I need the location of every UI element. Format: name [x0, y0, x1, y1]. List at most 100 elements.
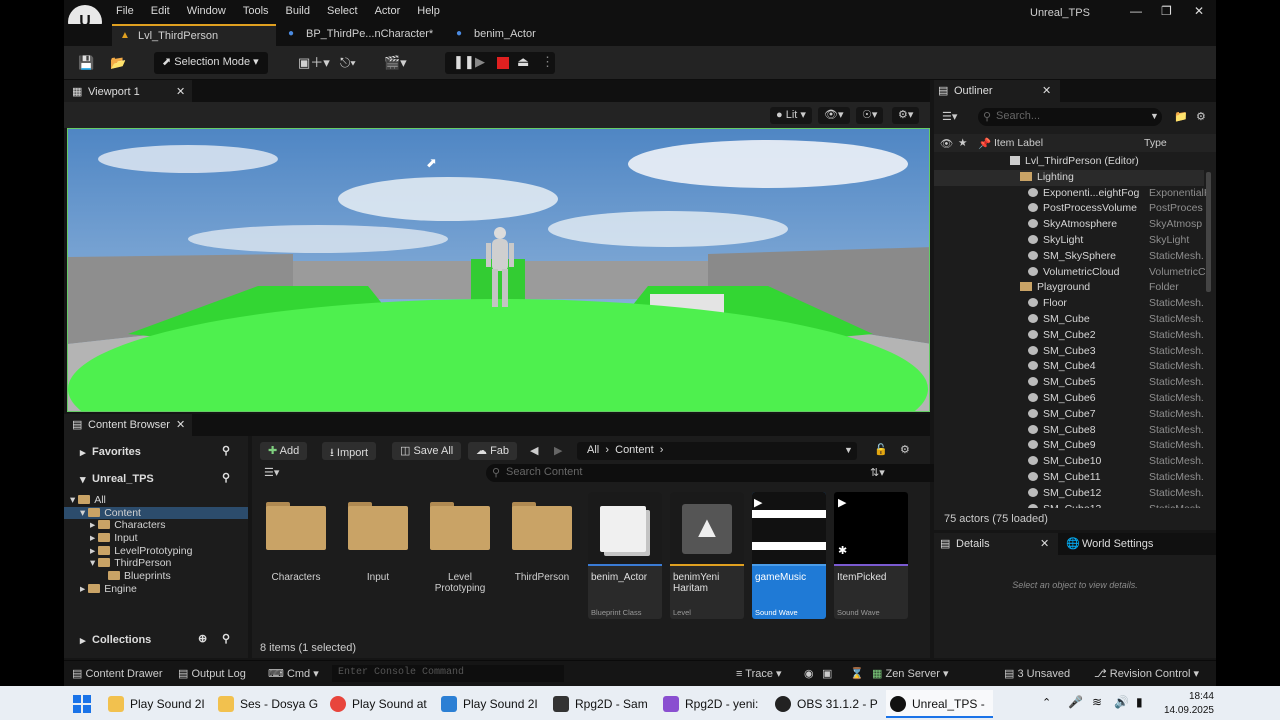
lit-mode-button[interactable]: ● Lit ▾ [770, 107, 812, 124]
favorites-section[interactable]: ▸ Favorites ⚲ [64, 438, 248, 464]
chevron-down-icon[interactable]: ▼ [1150, 111, 1159, 121]
console-command-input[interactable]: Enter Console Command [332, 665, 564, 682]
filter-icon[interactable]: ☰▾ [264, 466, 279, 479]
step-icon[interactable]: ▶ [475, 54, 485, 70]
outliner-row[interactable]: Exponenti...eightFog ExponentialH [934, 186, 1207, 202]
tree-item-characters[interactable]: ▸ Characters [64, 519, 248, 532]
outliner-row[interactable]: Floor StaticMesh. [934, 296, 1204, 312]
path-dropdown-icon[interactable]: ▼ [844, 445, 853, 455]
outliner-row[interactable]: SM_Cube10 StaticMesh. [934, 454, 1204, 470]
back-icon[interactable]: ◀ [530, 444, 538, 457]
minimize-icon[interactable]: — [1130, 4, 1142, 18]
outliner-row[interactable]: SM_Cube3 StaticMesh. [934, 344, 1204, 360]
tab-lvl-thirdperson[interactable]: ▲ Lvl_ThirdPerson [112, 24, 276, 46]
speaker-icon[interactable]: 🔊 [1114, 695, 1129, 709]
menu-edit[interactable]: Edit [151, 5, 170, 17]
outliner-row[interactable]: SM_Cube8 StaticMesh. [934, 423, 1204, 439]
close-tab-icon[interactable]: ✕ [1040, 537, 1049, 550]
outliner-row[interactable]: SM_Cube9 StaticMesh. [934, 438, 1204, 454]
add-collection-icon[interactable]: ⊕ [198, 632, 207, 645]
asset-benim-actor[interactable]: benim_Actor Blueprint Class [588, 492, 662, 619]
tree-item-input[interactable]: ▸ Input [64, 532, 248, 545]
taskbar-item-obs[interactable]: OBS 31.1.2 - P [775, 696, 878, 712]
more-options-icon[interactable]: ⋮ [541, 54, 554, 70]
insights-icon[interactable]: ⌛ [850, 667, 864, 680]
outliner-row[interactable]: SkyLight SkyLight [934, 233, 1204, 249]
outliner-search-input[interactable]: ⚲ Search... ▼ [978, 108, 1162, 126]
outliner-row[interactable]: SM_Cube12 StaticMesh. [934, 486, 1204, 502]
performance-icon[interactable]: ☉▾ [856, 107, 884, 124]
tree-item-all[interactable]: ▾ All [64, 494, 248, 507]
sort-icon[interactable]: ⇅▾ [870, 466, 885, 479]
tab-viewport-1[interactable]: ▦ Viewport 1 ✕ [64, 80, 192, 102]
pin-icon[interactable]: 📌 [978, 137, 991, 150]
outliner-row[interactable]: PostProcessVolume PostProces [934, 201, 1204, 217]
save-all-button[interactable]: ◫ Save All [392, 442, 462, 460]
breadcrumb-content[interactable]: Content [615, 444, 654, 456]
maximize-icon[interactable]: ❐ [1161, 4, 1172, 18]
tree-item-blueprints[interactable]: Blueprints [64, 570, 248, 583]
cinematics-icon[interactable]: 🎬▾ [384, 53, 407, 73]
tab-details[interactable]: ▤ Details ✕ [934, 533, 1058, 555]
outliner-row[interactable]: Lvl_ThirdPerson (Editor) [934, 154, 1204, 170]
column-item-label[interactable]: Item Label [994, 137, 1043, 149]
taskbar-item-vscode[interactable]: Play Sound 2I [441, 696, 538, 712]
chevron-up-icon[interactable]: ⌃ [1042, 696, 1051, 709]
search-icon[interactable]: ⚲ [222, 632, 230, 645]
settings-icon[interactable]: ⚙ [1196, 110, 1206, 123]
outliner-row[interactable]: SM_Cube4 StaticMesh. [934, 359, 1204, 375]
asset-item-picked[interactable]: ▶ ✱ ItemPicked Sound Wave [834, 492, 908, 619]
tab-content-browser[interactable]: ▤ Content Browser ✕ [64, 414, 192, 436]
unsaved-button[interactable]: ▤ 3 Unsaved [1004, 667, 1070, 680]
taskbar-item-unity-1[interactable]: Rpg2D - Sam [553, 696, 648, 712]
show-flags-icon[interactable]: 👁▾ [818, 107, 850, 124]
tab-world-settings[interactable]: 🌐 World Settings [1066, 533, 1153, 555]
outliner-row[interactable]: SM_Cube StaticMesh. [934, 312, 1204, 328]
fab-button[interactable]: ☁ Fab [468, 442, 518, 460]
add-folder-icon[interactable]: 📁 [1174, 110, 1188, 123]
stop-icon[interactable] [497, 57, 509, 69]
menu-file[interactable]: File [116, 5, 134, 17]
menu-window[interactable]: Window [187, 5, 226, 17]
record-icon[interactable]: ◉ [804, 667, 814, 680]
star-icon[interactable]: ★ [958, 137, 967, 149]
outliner-row[interactable]: SM_Cube6 StaticMesh. [934, 391, 1204, 407]
add-actor-icon[interactable]: ▣＋▾ [298, 53, 330, 73]
zen-server-button[interactable]: ▦ Zen Server ▾ [872, 667, 948, 680]
search-icon[interactable]: ⚲ [222, 444, 230, 457]
play-icon[interactable]: ▶ [754, 496, 762, 509]
close-tab-icon[interactable]: ✕ [176, 418, 185, 431]
windows-start-icon[interactable] [73, 695, 91, 713]
eject-icon[interactable]: ⏏ [517, 54, 529, 70]
tree-item-levelprototyping[interactable]: ▸ LevelPrototyping [64, 545, 248, 558]
outliner-row[interactable]: SM_Cube7 StaticMesh. [934, 407, 1204, 423]
taskbar-item-chrome[interactable]: Play Sound at [330, 696, 427, 712]
lock-icon[interactable]: 🔓 [874, 443, 888, 456]
outliner-scrollbar[interactable] [1206, 172, 1211, 292]
cmd-dropdown[interactable]: ⌨ Cmd ▾ [268, 667, 319, 680]
tab-outliner[interactable]: ▤ Outliner ✕ [934, 80, 1060, 102]
screenshot-icon[interactable]: ▣ [822, 667, 832, 680]
breadcrumb-all[interactable]: All [587, 444, 599, 456]
import-button[interactable]: ⭳ Import [322, 442, 377, 460]
asset-benim-yeni-haritam[interactable]: ▲ benimYeni Haritam Level [670, 492, 744, 619]
menu-select[interactable]: Select [327, 5, 358, 17]
collections-section[interactable]: ▸ Collections ⊕ ⚲ [64, 626, 248, 652]
tree-item-engine[interactable]: ▸ Engine [64, 583, 248, 596]
tree-item-content[interactable]: ▾ Content [64, 506, 248, 520]
level-viewport[interactable]: ⬈ [67, 128, 930, 412]
search-icon[interactable]: ⚲ [222, 471, 230, 484]
visibility-icon[interactable]: 👁 [940, 137, 953, 150]
menu-help[interactable]: Help [417, 5, 440, 17]
menu-tools[interactable]: Tools [243, 5, 269, 17]
play-icon[interactable]: ▶ [838, 496, 846, 509]
settings-icon[interactable]: ⚙ [900, 443, 910, 456]
tree-item-thirdperson[interactable]: ▾ ThirdPerson [64, 557, 248, 570]
selection-mode-dropdown[interactable]: ⬈ Selection Mode ▾ [154, 52, 268, 74]
battery-icon[interactable]: ▮ [1136, 695, 1143, 709]
taskbar-item-explorer-1[interactable]: Play Sound 2I [108, 696, 205, 712]
column-type[interactable]: Type [1144, 137, 1167, 149]
taskbar-item-unreal[interactable]: Unreal_TPS - [886, 690, 993, 718]
outliner-row[interactable]: Lighting [934, 169, 1204, 186]
taskbar-item-visual-studio[interactable]: Rpg2D - yeni: [663, 696, 758, 712]
